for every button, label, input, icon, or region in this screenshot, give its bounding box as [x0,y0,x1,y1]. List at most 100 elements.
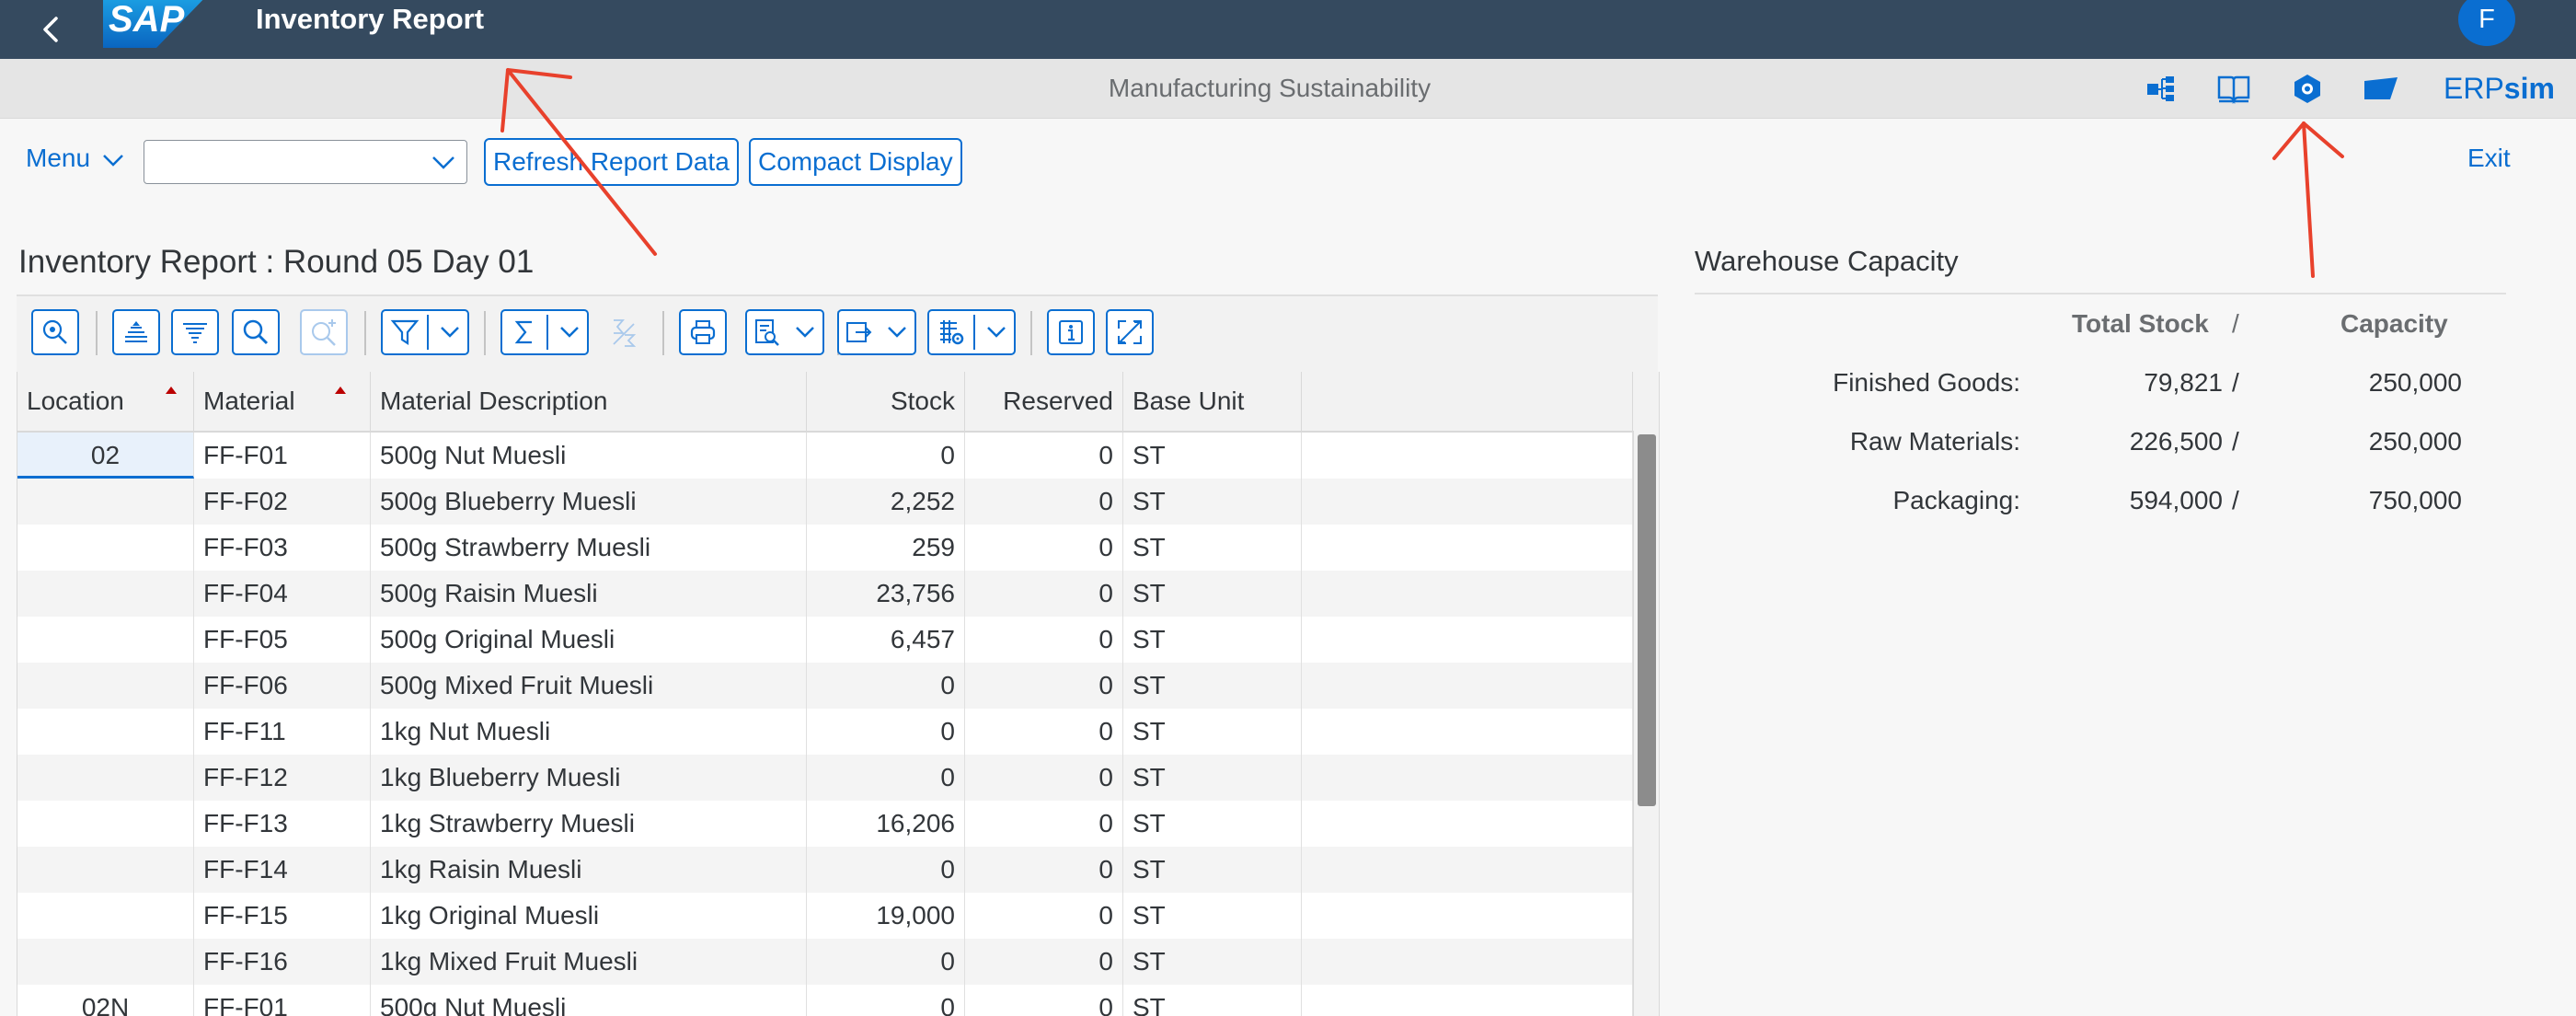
cell-description[interactable]: 1kg Mixed Fruit Muesli [371,939,807,985]
table-row[interactable]: FF-F14 1kg Raisin Muesli 0 0 ST [17,847,1651,893]
filter-list-button[interactable] [171,309,219,355]
cell-stock[interactable]: 0 [807,985,965,1016]
cell-location[interactable] [17,617,194,663]
export-button[interactable] [837,309,916,355]
zoom-button[interactable] [31,309,79,355]
cell-location[interactable] [17,479,194,525]
cell-description[interactable]: 500g Strawberry Muesli [371,525,807,571]
cell-stock[interactable]: 6,457 [807,617,965,663]
cell-material[interactable]: FF-F13 [194,801,371,847]
cell-description[interactable]: 1kg Nut Muesli [371,709,807,755]
cell-material[interactable]: FF-F04 [194,571,371,617]
cell-location[interactable] [17,939,194,985]
process-flow-icon[interactable] [2144,72,2180,105]
column-header-stock[interactable]: Stock [807,372,965,431]
cell-stock[interactable]: 0 [807,709,965,755]
table-row[interactable]: FF-F13 1kg Strawberry Muesli 16,206 0 ST [17,801,1651,847]
cell-stock[interactable]: 19,000 [807,893,965,939]
report-select[interactable] [144,140,467,184]
cell-base-unit[interactable]: ST [1123,617,1302,663]
cell-stock[interactable]: 0 [807,663,965,709]
document-book-icon[interactable] [2215,72,2252,105]
cell-material[interactable]: FF-F12 [194,755,371,801]
cell-location[interactable] [17,525,194,571]
info-button[interactable] [1047,309,1095,355]
cell-stock[interactable]: 0 [807,847,965,893]
fullscreen-button[interactable] [1106,309,1154,355]
cell-reserved[interactable]: 0 [965,433,1123,479]
cell-material[interactable]: FF-F16 [194,939,371,985]
cell-base-unit[interactable]: ST [1123,939,1302,985]
back-arrow-icon[interactable] [33,11,70,48]
scrollbar-thumb[interactable] [1638,434,1656,806]
vertical-scrollbar[interactable] [1633,431,1659,1016]
cell-location[interactable] [17,571,194,617]
cell-description[interactable]: 500g Nut Muesli [371,985,807,1016]
filter-button[interactable] [381,309,469,355]
layout-settings-button[interactable] [927,309,1016,355]
cell-reserved[interactable]: 0 [965,939,1123,985]
cell-reserved[interactable]: 0 [965,525,1123,571]
table-row[interactable]: FF-F02 500g Blueberry Muesli 2,252 0 ST [17,479,1651,525]
cell-location[interactable]: 02N [17,985,194,1016]
compact-display-button[interactable]: Compact Display [749,138,962,186]
cell-description[interactable]: 500g Blueberry Muesli [371,479,807,525]
cell-reserved[interactable]: 0 [965,847,1123,893]
zoom-add-button[interactable] [300,309,348,355]
cell-description[interactable]: 500g Original Muesli [371,617,807,663]
column-header-reserved[interactable]: Reserved [965,372,1123,431]
cell-reserved[interactable]: 0 [965,985,1123,1016]
cell-reserved[interactable]: 0 [965,663,1123,709]
table-row[interactable]: FF-F06 500g Mixed Fruit Muesli 0 0 ST [17,663,1651,709]
cell-material[interactable]: FF-F11 [194,709,371,755]
menu-button[interactable]: Menu [26,144,125,173]
flag-icon[interactable] [2363,72,2399,105]
sum-button[interactable] [500,309,589,355]
cell-material[interactable]: FF-F01 [194,985,371,1016]
cell-description[interactable]: 500g Nut Muesli [371,433,807,479]
sap-logo[interactable]: SAP [103,0,212,48]
cell-reserved[interactable]: 0 [965,801,1123,847]
cell-base-unit[interactable]: ST [1123,847,1302,893]
cell-description[interactable]: 500g Mixed Fruit Muesli [371,663,807,709]
exit-button[interactable]: Exit [2467,144,2511,173]
cell-base-unit[interactable]: ST [1123,985,1302,1016]
cell-material[interactable]: FF-F03 [194,525,371,571]
table-row[interactable]: 02 FF-F01 500g Nut Muesli 0 0 ST [17,433,1651,479]
cell-location[interactable] [17,801,194,847]
column-header-base-unit[interactable]: Base Unit [1123,372,1302,431]
cell-description[interactable]: 1kg Original Muesli [371,893,807,939]
cell-reserved[interactable]: 0 [965,479,1123,525]
table-row[interactable]: FF-F12 1kg Blueberry Muesli 0 0 ST [17,755,1651,801]
cell-base-unit[interactable]: ST [1123,893,1302,939]
cell-base-unit[interactable]: ST [1123,801,1302,847]
table-row[interactable]: FF-F03 500g Strawberry Muesli 259 0 ST [17,525,1651,571]
cell-base-unit[interactable]: ST [1123,709,1302,755]
cell-material[interactable]: FF-F05 [194,617,371,663]
cell-base-unit[interactable]: ST [1123,525,1302,571]
cell-base-unit[interactable]: ST [1123,433,1302,479]
cell-location[interactable] [17,847,194,893]
table-row[interactable]: FF-F16 1kg Mixed Fruit Muesli 0 0 ST [17,939,1651,985]
column-header-location[interactable]: Location [17,372,194,431]
cell-reserved[interactable]: 0 [965,617,1123,663]
cell-description[interactable]: 1kg Blueberry Muesli [371,755,807,801]
cell-base-unit[interactable]: ST [1123,755,1302,801]
cell-location[interactable]: 02 [17,433,194,479]
cell-base-unit[interactable]: ST [1123,479,1302,525]
table-row[interactable]: 02N FF-F01 500g Nut Muesli 0 0 ST [17,985,1651,1016]
cell-base-unit[interactable]: ST [1123,663,1302,709]
table-row[interactable]: FF-F05 500g Original Muesli 6,457 0 ST [17,617,1651,663]
cell-stock[interactable]: 16,206 [807,801,965,847]
refresh-report-button[interactable]: Refresh Report Data [484,138,739,186]
cell-stock[interactable]: 0 [807,755,965,801]
cell-base-unit[interactable]: ST [1123,571,1302,617]
search-button[interactable] [232,309,280,355]
hexagon-settings-icon[interactable] [2289,72,2326,105]
cell-material[interactable]: FF-F01 [194,433,371,479]
cell-stock[interactable]: 2,252 [807,479,965,525]
align-top-button[interactable] [112,309,160,355]
cell-material[interactable]: FF-F14 [194,847,371,893]
column-header-description[interactable]: Material Description [371,372,807,431]
cell-reserved[interactable]: 0 [965,571,1123,617]
